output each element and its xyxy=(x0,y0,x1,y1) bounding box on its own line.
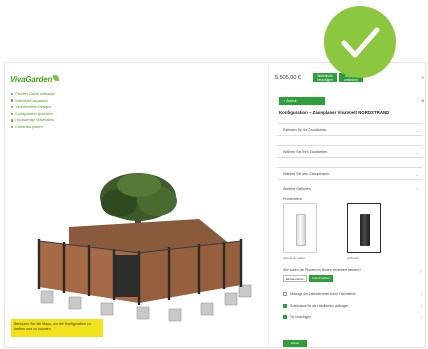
configurator-panel: 5.505,00 € Warenkorb hinzufügen Angebot … xyxy=(268,63,425,347)
anchoring-option-concrete[interactable]: Einbetonieren xyxy=(283,275,307,282)
chevron-down-icon: ⌄ xyxy=(415,150,419,155)
config-title: Konfiguration – Zaunplaner VivaVoelt NOR… xyxy=(279,110,390,115)
chevron-up-icon: ⌃ xyxy=(415,187,419,192)
feature-item: Flexibel Zäune aufbauen xyxy=(11,91,55,98)
configurator-screenshot: VivaGarden Flexibel Zäune aufbauen Indivi… xyxy=(4,62,426,348)
feature-item: Verschiedene Designs xyxy=(11,104,55,111)
checkbox-box[interactable] xyxy=(283,292,287,296)
accordion-frame[interactable]: Rahmen für Ihr Grundstück ⌄ xyxy=(277,123,423,136)
close-link[interactable]: ✕ xyxy=(421,75,424,80)
accordion-sides[interactable]: Wählen Sie Ihre Zaunseiten ⌄ xyxy=(277,145,423,158)
feature-item: Kostenlos planen xyxy=(11,124,55,131)
accordion-posts[interactable]: Wählen Sie den Zaunpfosten ⌄ xyxy=(277,167,423,180)
anchoring-question: Wie sollen die Pfosten im Boden veranker… xyxy=(283,268,361,272)
feature-list: Flexibel Zäune aufbauen Individuell anpas… xyxy=(11,91,55,131)
3d-viewer[interactable]: VivaGarden Flexibel Zäune aufbauen Indivi… xyxy=(5,63,268,347)
checkbox-box[interactable] xyxy=(283,315,287,319)
post-option-label: Aluminium silber xyxy=(283,256,306,260)
options-header[interactable]: Weitere Optionen ⌃ xyxy=(277,187,423,192)
submit-button[interactable]: Weiter xyxy=(283,340,307,347)
info-icon[interactable]: ⓘ xyxy=(420,303,423,309)
chevron-down-icon: ⌄ xyxy=(415,172,419,177)
feature-item: Hochwertige Materialien xyxy=(11,117,55,124)
chevron-down-icon: ⌄ xyxy=(415,128,419,133)
bullet-icon xyxy=(11,119,14,122)
checkbox-box[interactable] xyxy=(283,304,287,308)
viewer-hint: Benutzen Sie die Maus, um die Konfigurat… xyxy=(11,319,103,337)
back-button[interactable]: ‹ Zurück xyxy=(279,97,325,105)
bullet-icon xyxy=(11,92,14,96)
post-anthracite-image xyxy=(360,214,370,246)
info-icon[interactable]: ⓘ xyxy=(420,314,423,320)
post-option-silver[interactable] xyxy=(283,203,317,253)
success-check-badge xyxy=(324,6,396,78)
brand-logo[interactable]: VivaGarden xyxy=(10,75,60,84)
options-subheading: Pfostenfarbe xyxy=(283,197,303,201)
info-icon[interactable]: ⓘ xyxy=(419,268,422,273)
bullet-icon xyxy=(11,99,14,102)
feature-item: Konfiguration speichern xyxy=(11,111,55,118)
feature-item: Individuell anpassen xyxy=(11,98,55,105)
bullet-icon xyxy=(11,106,14,109)
checkbox-installation[interactable]: Montage der Zaunelemente durch Fachbetri… xyxy=(283,291,423,297)
checkbox-gate[interactable]: Tor hinzufügen ⓘ xyxy=(283,314,423,320)
anchoring-option-screw[interactable]: Aufschrauben xyxy=(309,275,333,282)
info-icon[interactable]: ⓘ xyxy=(420,291,423,297)
fence-3d-scene[interactable] xyxy=(19,163,263,323)
page: VivaGarden Flexibel Zäune aufbauen Indivi… xyxy=(0,0,428,349)
leaf-icon xyxy=(53,75,60,81)
post-option-label: Anthrazit xyxy=(347,256,359,260)
bullet-icon xyxy=(11,125,14,129)
checkmark-icon xyxy=(341,27,380,58)
checkbox-glaze[interactable]: Schutzlasur für die Holzflächen auftrage… xyxy=(283,303,423,309)
price-display: 5.505,00 € xyxy=(275,75,301,81)
bullet-icon xyxy=(11,112,14,116)
post-option-anthracite[interactable] xyxy=(347,203,381,253)
close-icon[interactable]: × xyxy=(421,99,425,105)
post-silver-image xyxy=(296,214,306,246)
